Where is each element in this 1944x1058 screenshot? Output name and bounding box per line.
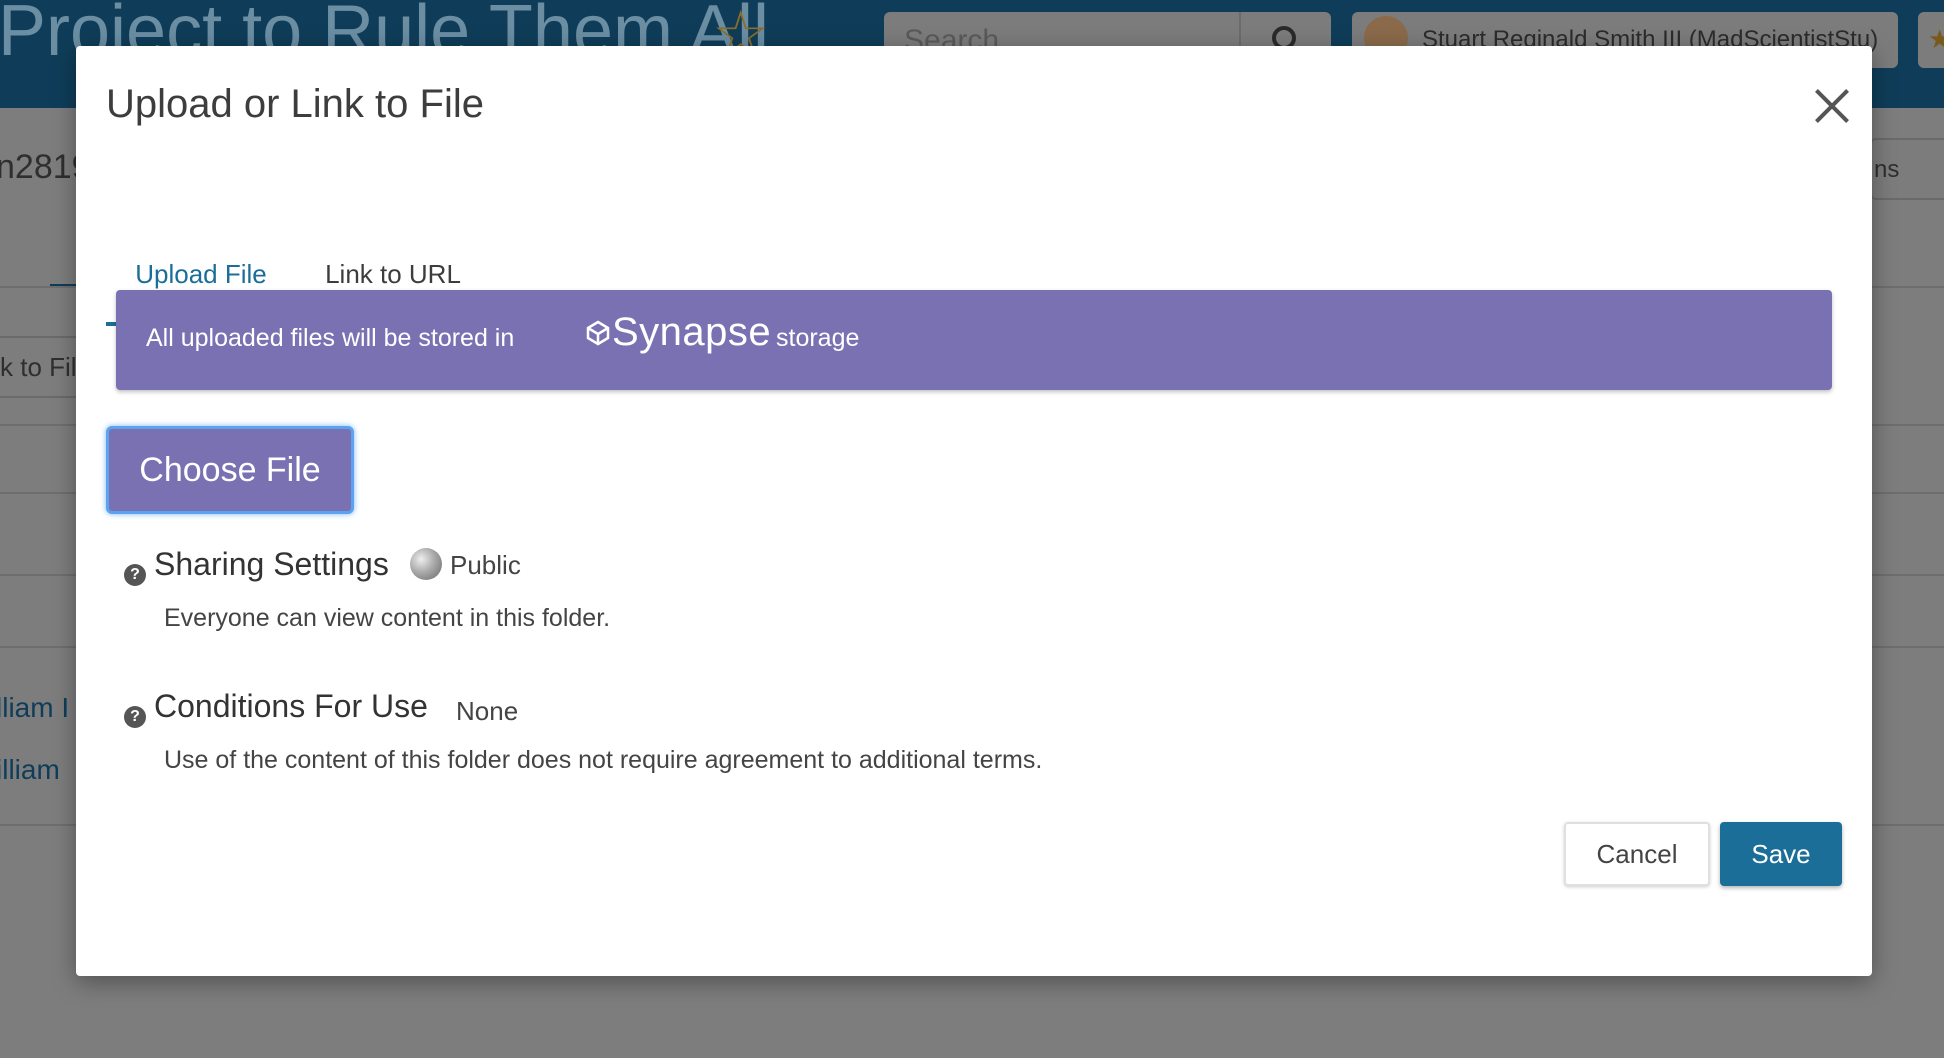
- banner-text: All uploaded files will be stored in: [146, 324, 515, 352]
- table-row-name[interactable]: illiam: [0, 754, 60, 786]
- sharing-description: Everyone can view content in this folder…: [164, 604, 611, 632]
- help-icon[interactable]: ?: [124, 706, 146, 728]
- favorites-button[interactable]: ★: [1918, 12, 1944, 68]
- sharing-settings-title: Sharing Settings: [154, 546, 389, 582]
- link-to-file-button[interactable]: k to File: [0, 336, 91, 398]
- save-button[interactable]: Save: [1720, 822, 1842, 886]
- close-icon[interactable]: [1808, 82, 1856, 130]
- tools-button-label: ns: [1874, 156, 1900, 183]
- conditions-title: Conditions For Use: [154, 688, 428, 724]
- synapse-logo-icon: [586, 320, 610, 346]
- favorite-star-icon: ★: [1928, 24, 1944, 54]
- table-row-name[interactable]: lliam I: [0, 692, 69, 724]
- upload-dialog: Upload or Link to File Upload File Link …: [76, 46, 1872, 976]
- conditions-description: Use of the content of this folder does n…: [164, 746, 1043, 774]
- conditions-value: None: [456, 696, 519, 726]
- banner-text-suffix: storage: [776, 324, 860, 352]
- tools-button[interactable]: ns: [1870, 138, 1944, 200]
- synapse-brand: Synapse: [612, 310, 772, 354]
- choose-file-button[interactable]: Choose File: [106, 426, 354, 514]
- storage-banner: All uploaded files will be stored in Syn…: [116, 290, 1832, 390]
- dialog-title: Upload or Link to File: [106, 82, 484, 126]
- cancel-button[interactable]: Cancel: [1564, 822, 1710, 886]
- help-icon[interactable]: ?: [124, 564, 146, 586]
- globe-icon: [410, 548, 442, 580]
- sharing-value: Public: [450, 550, 521, 580]
